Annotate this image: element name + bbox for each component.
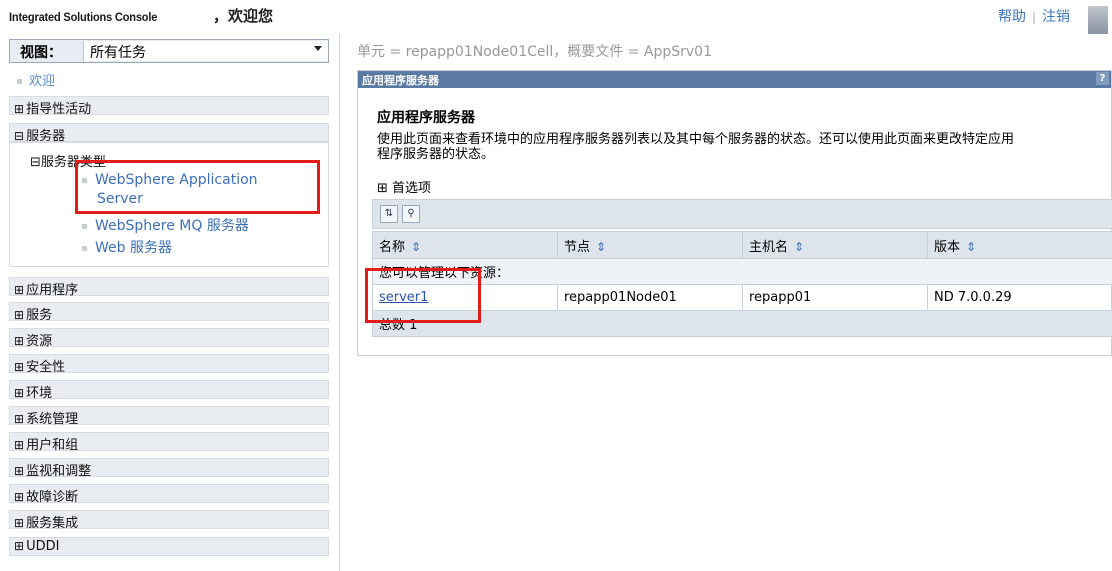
sort-icon: ⇕ — [794, 239, 805, 254]
logout-link[interactable]: 注销 — [1042, 9, 1070, 25]
link-separator: | — [1031, 10, 1036, 24]
preferences-toggle[interactable]: ⊞ 首选项 — [377, 177, 431, 196]
nav-section-resources[interactable]: ⊞ 资源 — [9, 328, 329, 349]
nav-section-servers[interactable]: ⊟ 服务器 — [9, 123, 329, 144]
nav-section-applications[interactable]: ⊞ 应用程序 — [9, 277, 329, 298]
top-banner: Integrated Solutions Console ，欢迎您 帮助 | 注销 — [0, 0, 1112, 34]
collapse-icon: ⊟ — [30, 155, 41, 170]
version-cell: ND 7.0.0.29 — [927, 284, 1112, 311]
help-icon[interactable]: ? — [1096, 72, 1109, 85]
expand-icon: ⊞ — [14, 516, 25, 530]
bullet-icon — [17, 79, 22, 84]
expand-icon: ⊞ — [14, 539, 25, 553]
nav-item-label: Web 服务器 — [95, 240, 172, 256]
nav-section-label: 应用程序 — [26, 283, 79, 298]
nav-section-label: 环境 — [26, 386, 53, 401]
view-select-value: 所有任务 — [90, 45, 146, 61]
banner-corner-graphic — [1088, 6, 1108, 34]
portlet-title: 应用程序服务器 — [362, 74, 439, 87]
expand-icon: ⊞ — [14, 334, 25, 348]
nav-section-users-and-groups[interactable]: ⊞ 用户和组 — [9, 432, 329, 453]
highlight-box-server1 — [365, 268, 481, 323]
node-cell: repapp01Node01 — [557, 284, 743, 311]
column-header-name[interactable]: 名称 ⇕ — [372, 231, 558, 259]
nav-section-label: 用户和组 — [26, 438, 79, 453]
navigation-panel: 视图： 所有任务 欢迎 ⊞ 指导性活动 ⊟ 服务器 ⊟服务器类型 WebSphere… — [0, 34, 340, 571]
page-description: 使用此页面来查看环境中的应用程序服务器列表以及其中每个服务器的状态。还可以使用此… — [377, 132, 1107, 162]
nav-section-label: 服务 — [26, 308, 53, 323]
expand-icon: ⊞ — [14, 464, 25, 478]
sort-icon: ⇕ — [966, 239, 977, 254]
nav-section-service-integration[interactable]: ⊞ 服务集成 — [9, 510, 329, 531]
expand-icon: ⊞ — [14, 386, 25, 400]
column-header-version[interactable]: 版本 ⇕ — [927, 231, 1112, 259]
nav-section-label: UDDI — [26, 539, 60, 554]
breadcrumb: 单元 = repapp01Node01Cell，概要文件 = AppSrv01 — [357, 44, 712, 60]
console-brand: Integrated Solutions Console — [9, 10, 158, 24]
table-row: server1 repapp01Node01 repapp01 ND 7.0.0… — [372, 284, 1112, 311]
help-link[interactable]: 帮助 — [998, 9, 1026, 25]
bullet-icon — [82, 223, 87, 229]
nav-section-uddi[interactable]: ⊞ UDDI — [9, 537, 329, 556]
nav-section-security[interactable]: ⊞ 安全性 — [9, 354, 329, 375]
nav-item-welcome[interactable]: 欢迎 — [17, 70, 55, 89]
sort-icon: ⇕ — [411, 239, 422, 254]
manageable-resources-note-row: 您可以管理以下资源： — [372, 258, 1112, 285]
expand-icon: ⊞ — [14, 360, 25, 374]
nav-item-welcome-label: 欢迎 — [29, 74, 56, 89]
table-total: 总数 1 — [372, 310, 1112, 337]
table-toolbar: ⇅ ⚲ — [372, 199, 1112, 229]
column-header-host[interactable]: 主机名 ⇕ — [742, 231, 928, 259]
nav-section-services[interactable]: ⊞ 服务 — [9, 302, 329, 323]
table-header-row: 名称 ⇕ 节点 ⇕ 主机名 ⇕ 版本 ⇕ — [372, 231, 1112, 259]
portlet-title-bar: 应用程序服务器 ? — [358, 71, 1111, 88]
nav-section-label: 故障诊断 — [26, 490, 79, 505]
nav-section-system-administration[interactable]: ⊞ 系统管理 — [9, 406, 329, 427]
expand-icon: ⊞ — [14, 308, 25, 322]
manageable-resources-note: 您可以管理以下资源： — [372, 258, 1112, 285]
host-cell: repapp01 — [742, 284, 928, 311]
nav-section-guided-activities[interactable]: ⊞ 指导性活动 — [9, 96, 329, 117]
description-line: 使用此页面来查看环境中的应用程序服务器列表以及其中每个服务器的状态。还可以使用此… — [377, 132, 1015, 147]
view-select[interactable]: 所有任务 — [83, 41, 328, 61]
expand-icon: ⊞ — [14, 102, 25, 116]
expand-icon: ⊞ — [14, 412, 25, 426]
sort-icon: ⇕ — [596, 239, 607, 254]
nav-section-label: 资源 — [26, 334, 53, 349]
nav-section-environment[interactable]: ⊞ 环境 — [9, 380, 329, 401]
servers-table: 名称 ⇕ 节点 ⇕ 主机名 ⇕ 版本 ⇕ 您可以管理以下资源： server1 repa… — [372, 231, 1112, 337]
top-links: 帮助 | 注销 — [998, 6, 1070, 26]
view-label: 视图： — [20, 45, 62, 61]
expand-icon: ⊞ — [14, 490, 25, 504]
nav-section-label: 服务集成 — [26, 516, 79, 531]
nav-section-label: 系统管理 — [26, 412, 79, 427]
nav-item-label: WebSphere MQ 服务器 — [95, 218, 249, 234]
collapse-icon: ⊟ — [14, 129, 25, 143]
nav-section-label: 指导性活动 — [26, 102, 92, 117]
nav-item-web-server[interactable]: Web 服务器 — [82, 237, 172, 257]
select-all-icon[interactable]: ⇅ — [380, 205, 398, 223]
welcome-message: ，欢迎您 — [213, 7, 274, 25]
expand-icon: ⊞ — [14, 438, 25, 452]
nav-section-monitoring-and-tuning[interactable]: ⊞ 监视和调整 — [9, 458, 329, 479]
view-selector-bar: 视图： 所有任务 — [9, 39, 329, 63]
nav-section-troubleshooting[interactable]: ⊞ 故障诊断 — [9, 484, 329, 505]
expand-icon: ⊞ — [14, 283, 25, 297]
description-line: 程序服务器的状态。 — [377, 147, 495, 162]
nav-section-label: 监视和调整 — [26, 464, 92, 479]
chevron-down-icon — [314, 46, 322, 51]
page-title: 应用程序服务器 — [377, 110, 475, 126]
column-header-node[interactable]: 节点 ⇕ — [557, 231, 743, 259]
highlight-box-websphere-app-server — [75, 160, 320, 214]
filter-icon[interactable]: ⚲ — [402, 205, 420, 223]
table-total-row: 总数 1 — [372, 310, 1112, 337]
bullet-icon — [82, 245, 87, 251]
nav-section-label: 安全性 — [26, 360, 66, 375]
nav-item-websphere-mq-server[interactable]: WebSphere MQ 服务器 — [82, 215, 249, 235]
